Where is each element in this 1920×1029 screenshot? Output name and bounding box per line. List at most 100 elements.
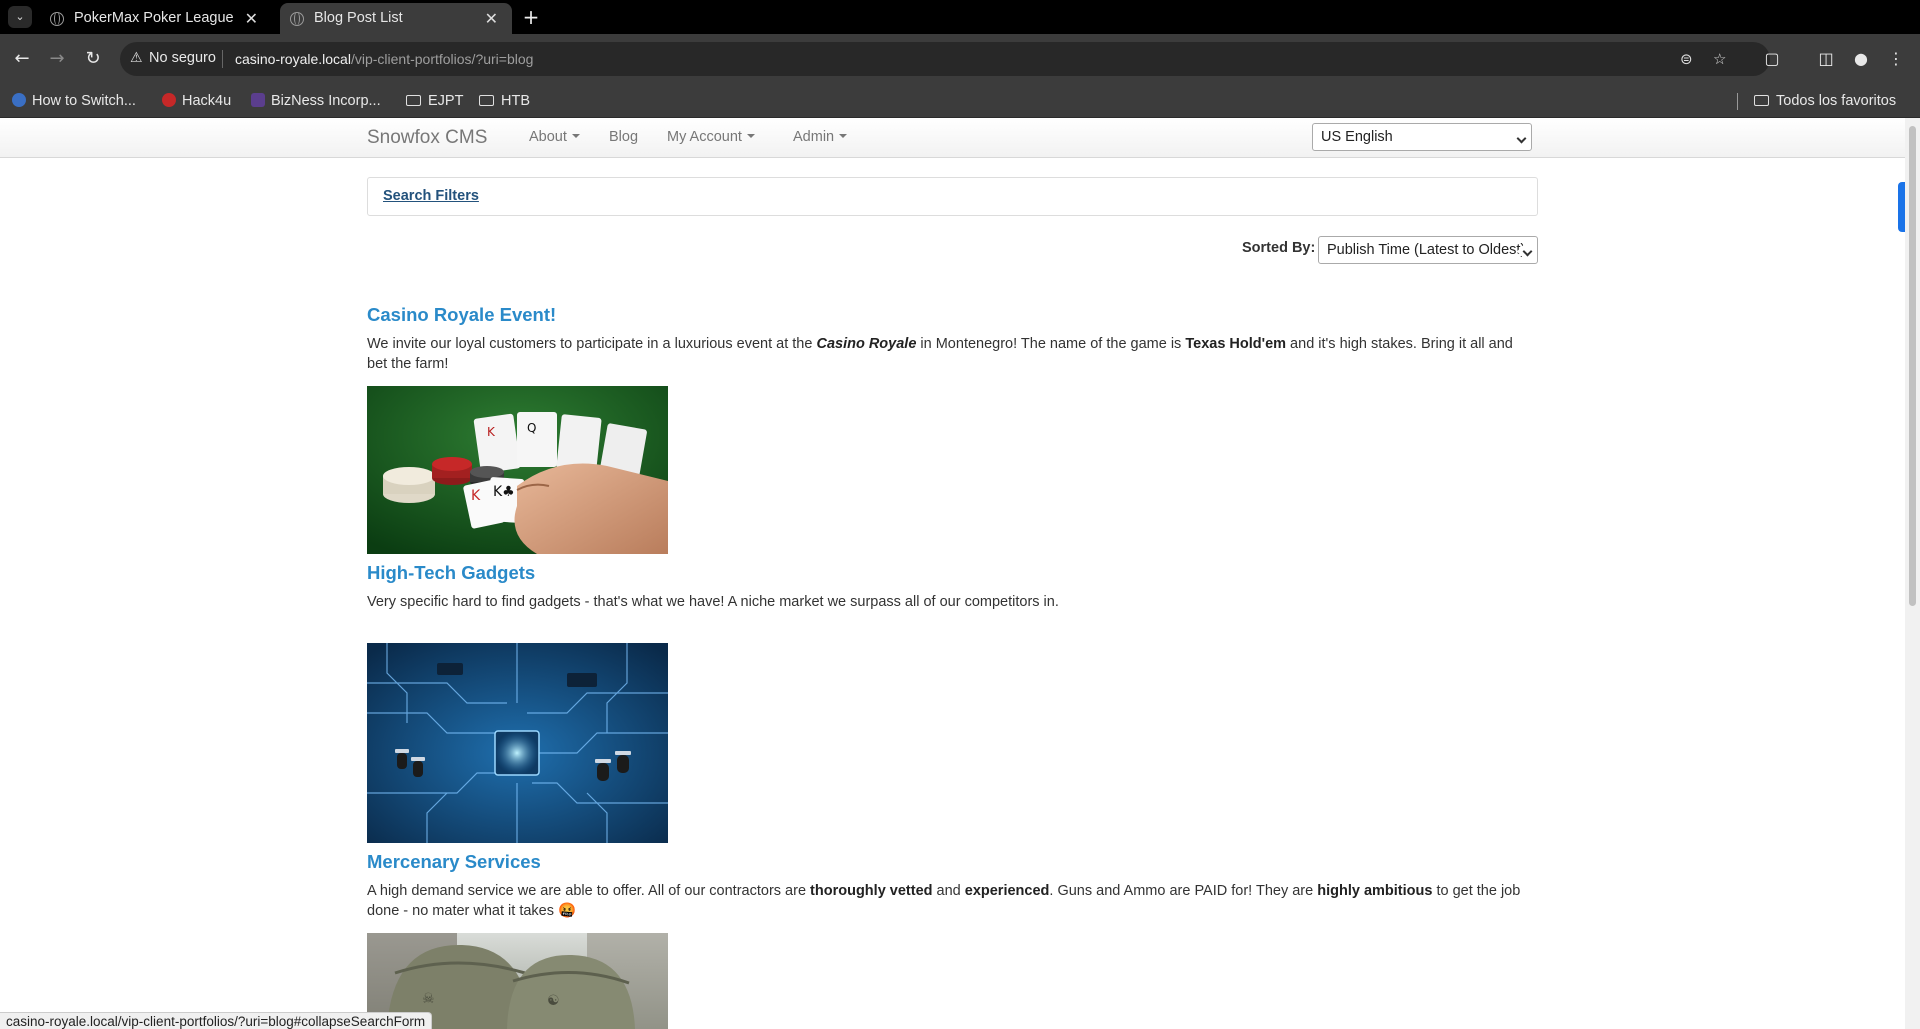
forward-arrow-icon[interactable]: →	[45, 47, 69, 71]
globe-icon	[290, 12, 304, 26]
bookmark-label: How to Switch...	[32, 93, 136, 109]
link-status-bar: casino-royale.local/vip-client-portfolio…	[0, 1012, 433, 1029]
bookmark-folder-ejpt[interactable]: EJPT	[406, 84, 463, 118]
close-icon[interactable]: ✕	[485, 3, 498, 34]
bookmarks-divider	[1737, 93, 1738, 110]
caret-down-icon	[746, 134, 755, 138]
kebab-menu-icon[interactable]: ⋮	[1884, 47, 1908, 71]
folder-icon	[406, 95, 421, 106]
tab-pokermax[interactable]: PokerMax Poker League ✕	[40, 3, 272, 34]
nav-about[interactable]: About	[529, 129, 580, 145]
caret-down-icon	[839, 134, 848, 138]
angry-face-emoji-icon: 🤬	[558, 903, 577, 919]
bookmark-label: BizNess Incorp...	[271, 93, 381, 109]
extensions-puzzle-icon[interactable]: ▢	[1760, 47, 1784, 71]
star-bookmark-icon[interactable]: ☆	[1713, 50, 1726, 68]
chevron-down-icon	[1516, 133, 1527, 144]
svg-text:☯: ☯	[547, 993, 560, 1009]
profile-avatar-icon[interactable]: ●	[1849, 47, 1873, 71]
sort-order-select[interactable]: Publish Time (Latest to Oldest)	[1318, 236, 1538, 264]
bookmark-label: EJPT	[428, 93, 464, 109]
post-excerpt: We invite our loyal customers to partici…	[367, 334, 1537, 374]
bookmark-favicon-icon	[12, 93, 26, 107]
site-navbar: Snowfox CMS About Blog My Account Admin …	[0, 118, 1905, 158]
web-page: Snowfox CMS About Blog My Account Admin …	[0, 118, 1920, 1029]
poker-cards-chips-image: K Q K K♣	[367, 386, 668, 554]
search-filters-panel: Search Filters	[367, 177, 1538, 216]
bold-text: highly ambitious	[1317, 883, 1433, 899]
text-run: in Montenegro! The name of the game is	[916, 336, 1186, 352]
tab-title: Blog Post List	[314, 10, 403, 26]
bold-text: thoroughly vetted	[810, 883, 933, 899]
post-excerpt: A high demand service we are able to off…	[367, 881, 1537, 921]
svg-text:K♣: K♣	[493, 484, 515, 500]
bookmark-label: Hack4u	[182, 93, 232, 109]
nav-admin-label: Admin	[793, 129, 835, 145]
new-tab-plus-icon[interactable]: +	[518, 4, 544, 30]
globe-icon	[50, 12, 64, 26]
post-image-poker[interactable]: K Q K K♣	[367, 386, 668, 554]
folder-icon	[479, 95, 494, 106]
all-bookmarks-label: Todos los favoritos	[1776, 93, 1897, 109]
post-excerpt: Very specific hard to find gadgets - tha…	[367, 594, 1059, 610]
svg-text:K: K	[487, 425, 496, 439]
post-title[interactable]: High-Tech Gadgets	[367, 562, 535, 584]
post-image-circuit[interactable]	[367, 643, 668, 843]
text-run: A high demand service we are able to off…	[367, 883, 811, 899]
svg-text:Q: Q	[527, 421, 536, 435]
post-title[interactable]: Casino Royale Event!	[367, 304, 556, 326]
nav-my-account-label: My Account	[667, 129, 742, 145]
post-title[interactable]: Mercenary Services	[367, 851, 541, 873]
text-run: and	[932, 883, 965, 899]
bookmark-how-to-switch[interactable]: How to Switch...	[12, 84, 136, 118]
url-path: /vip-client-portfolios/?uri=blog	[350, 51, 534, 67]
bookmark-bizness[interactable]: BizNess Incorp...	[251, 84, 381, 118]
sort-order-value: Publish Time (Latest to Oldest)	[1327, 242, 1526, 258]
reload-icon[interactable]: ↻	[81, 47, 105, 71]
caret-down-icon	[571, 134, 580, 138]
url-host: casino-royale.local	[235, 51, 351, 67]
browser-toolbar: ← → ↻ ⚠ No seguro casino-royale.local/vi…	[0, 34, 1920, 84]
security-label[interactable]: No seguro	[149, 50, 216, 66]
tab-strip: ⌄ PokerMax Poker League ✕ Blog Post List…	[0, 0, 1920, 34]
svg-text:K: K	[471, 488, 481, 504]
tab-blog-post-list[interactable]: Blog Post List ✕	[280, 3, 512, 34]
close-icon[interactable]: ✕	[245, 3, 258, 34]
tab-search-chevron-icon[interactable]: ⌄	[8, 6, 32, 28]
bizness-favicon-icon	[251, 93, 265, 107]
bold-text: experienced	[964, 883, 1050, 899]
nav-my-account[interactable]: My Account	[667, 129, 755, 145]
bold-text: Texas Hold'em	[1185, 336, 1287, 352]
translate-icon[interactable]: ⊜	[1680, 50, 1693, 68]
language-select[interactable]: US English	[1312, 123, 1532, 151]
scroll-position-marker	[1898, 182, 1905, 232]
page-scrollbar[interactable]	[1905, 118, 1920, 1029]
bookmark-hack4u[interactable]: Hack4u	[162, 84, 231, 118]
all-bookmarks-folder[interactable]: Todos los favoritos	[1754, 84, 1896, 118]
folder-icon	[1754, 95, 1769, 106]
side-panel-icon[interactable]: ◫	[1814, 47, 1838, 71]
svg-text:☠: ☠	[422, 991, 435, 1007]
back-arrow-icon[interactable]: ←	[10, 47, 34, 71]
circuit-board-image	[367, 643, 668, 843]
hack4u-favicon-icon	[162, 93, 176, 107]
warning-triangle-icon: ⚠	[130, 50, 143, 66]
tab-title: PokerMax Poker League	[74, 10, 234, 26]
nav-blog[interactable]: Blog	[609, 129, 638, 145]
nav-about-label: About	[529, 129, 567, 145]
url-text[interactable]: casino-royale.local/vip-client-portfolio…	[235, 51, 533, 67]
search-filters-toggle[interactable]: Search Filters	[383, 188, 479, 204]
scrollbar-thumb[interactable]	[1909, 126, 1916, 606]
bookmarks-bar: How to Switch... Hack4u BizNess Incorp..…	[0, 84, 1920, 118]
language-select-value: US English	[1321, 129, 1393, 145]
bookmark-folder-htb[interactable]: HTB	[479, 84, 530, 118]
address-divider	[222, 50, 223, 68]
site-brand[interactable]: Snowfox CMS	[367, 127, 487, 149]
bookmark-label: HTB	[501, 93, 530, 109]
sorted-by-label: Sorted By:	[1242, 240, 1316, 256]
text-run: We invite our loyal customers to partici…	[367, 336, 817, 352]
text-run: . Guns and Ammo are PAID for! They are	[1049, 883, 1318, 899]
emphasis-text: Casino Royale	[816, 336, 917, 352]
nav-admin[interactable]: Admin	[793, 129, 848, 145]
address-bar[interactable]: ⚠ No seguro casino-royale.local/vip-clie…	[120, 42, 1770, 76]
